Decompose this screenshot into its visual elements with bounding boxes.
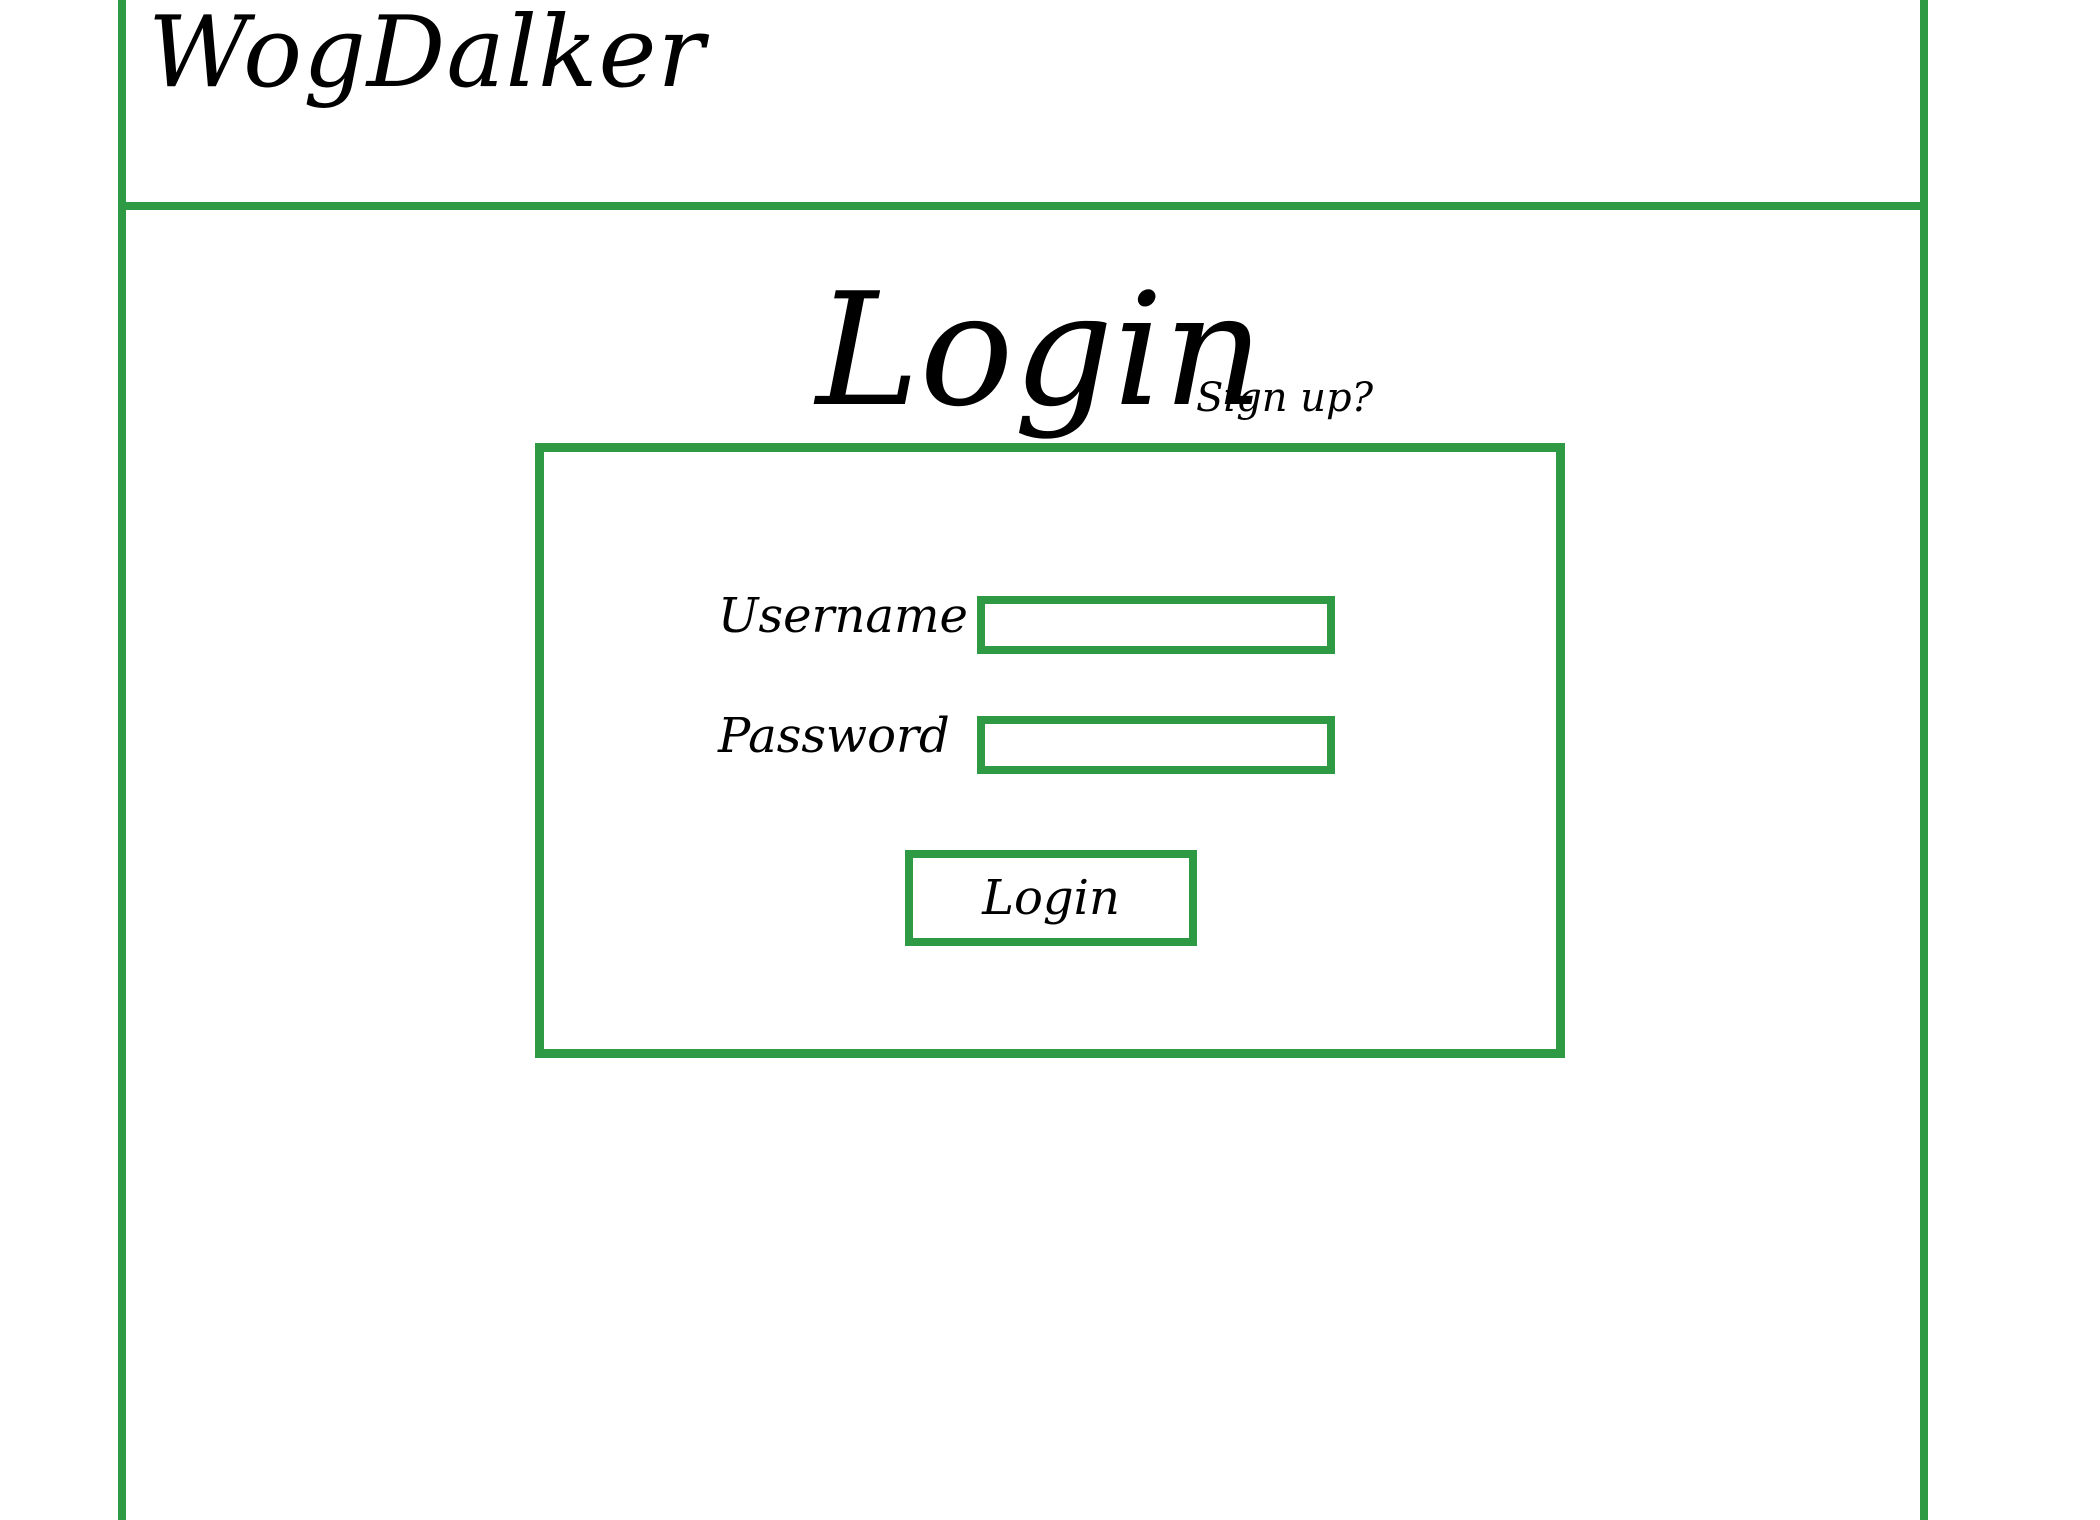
header-divider: [118, 202, 1928, 210]
app-title: WogDalker: [148, 0, 706, 110]
login-button[interactable]: Login: [905, 850, 1197, 946]
username-label: Username: [718, 588, 968, 644]
signup-link[interactable]: Sign up?: [1196, 378, 1373, 418]
password-label: Password: [718, 708, 950, 764]
password-input[interactable]: [977, 716, 1335, 774]
username-input[interactable]: [977, 596, 1335, 654]
